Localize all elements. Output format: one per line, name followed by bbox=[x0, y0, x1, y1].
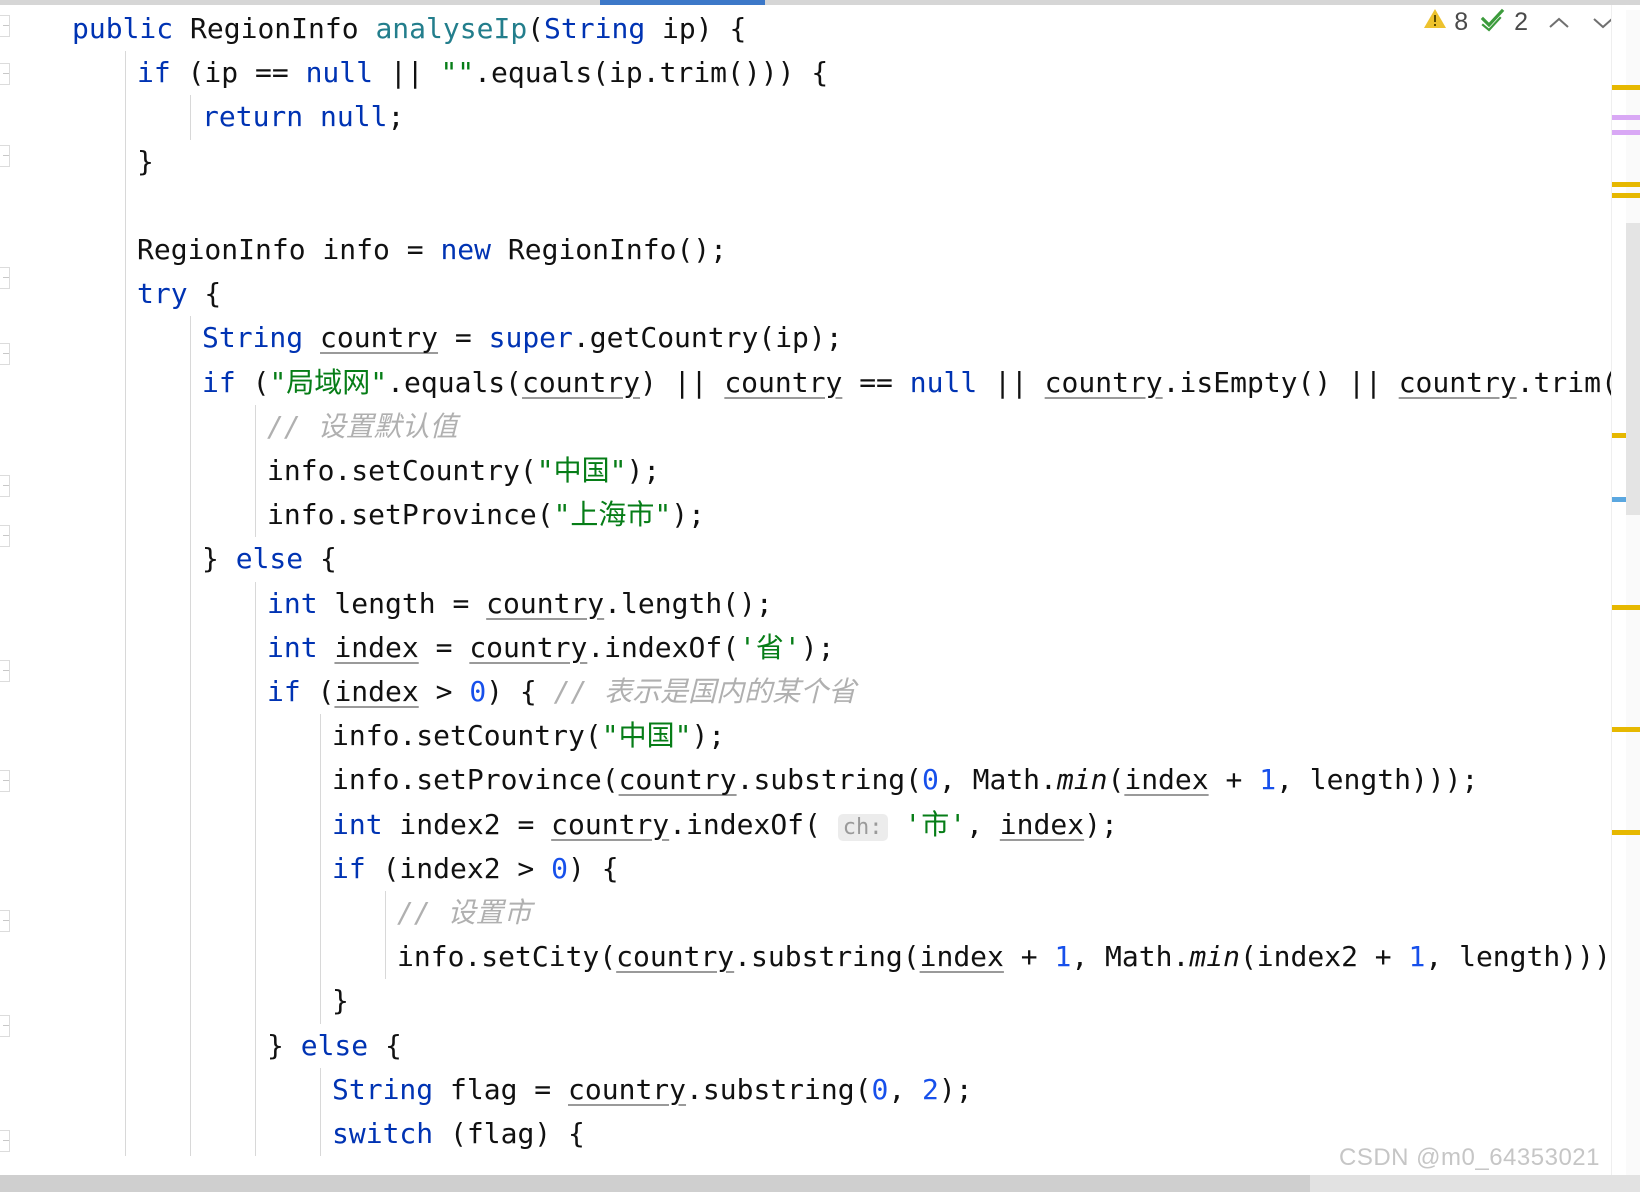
stripe-marker-info[interactable] bbox=[1612, 130, 1640, 135]
fold-collapse-icon[interactable] bbox=[0, 660, 10, 682]
code-line[interactable]: String country = super.getCountry(ip); bbox=[202, 316, 843, 360]
indent-guide bbox=[255, 404, 256, 538]
error-stripe-marker-track[interactable] bbox=[1611, 5, 1640, 1192]
code-line[interactable]: if (index2 > 0) { bbox=[332, 847, 619, 891]
fold-collapse-icon[interactable] bbox=[0, 770, 10, 792]
fold-collapse-icon[interactable] bbox=[0, 1130, 10, 1152]
fold-collapse-icon[interactable] bbox=[0, 63, 10, 85]
chevron-up-icon[interactable] bbox=[1540, 9, 1578, 36]
code-line[interactable]: // 设置默认值 bbox=[267, 405, 458, 449]
code-line[interactable]: return null; bbox=[202, 95, 404, 139]
ide-editor-window: public RegionInfo analyseIp(String ip) {… bbox=[0, 0, 1640, 1192]
code-line[interactable]: info.setProvince("上海市"); bbox=[267, 493, 705, 537]
code-line[interactable]: // 设置市 bbox=[397, 891, 532, 935]
code-line[interactable]: int index = country.indexOf('省'); bbox=[267, 626, 834, 670]
fold-collapse-icon[interactable] bbox=[0, 15, 10, 37]
code-line[interactable]: } bbox=[332, 979, 349, 1023]
stripe-marker-warning[interactable] bbox=[1612, 193, 1640, 198]
fold-collapse-icon[interactable] bbox=[0, 910, 10, 932]
indent-guide bbox=[320, 714, 321, 1024]
code-line[interactable]: info.setProvince(country.substring(0, Ma… bbox=[332, 758, 1478, 802]
code-line[interactable]: } bbox=[137, 140, 154, 184]
vertical-scrollbar-thumb[interactable] bbox=[1626, 223, 1640, 515]
horizontal-scrollbar-thumb[interactable] bbox=[0, 1175, 1310, 1192]
stripe-marker-warning[interactable] bbox=[1612, 182, 1640, 187]
code-line[interactable]: } else { bbox=[202, 537, 337, 581]
stripe-marker-warning[interactable] bbox=[1612, 85, 1640, 90]
indent-guide bbox=[320, 1067, 321, 1157]
code-editor-area[interactable]: public RegionInfo analyseIp(String ip) {… bbox=[24, 5, 1633, 1192]
fold-collapse-icon[interactable] bbox=[0, 475, 10, 497]
code-line[interactable]: if (ip == null || "".equals(ip.trim())) … bbox=[137, 51, 828, 95]
code-line[interactable]: public RegionInfo analyseIp(String ip) { bbox=[72, 7, 746, 51]
stripe-marker-warning[interactable] bbox=[1612, 605, 1640, 610]
code-folding-gutter[interactable] bbox=[0, 5, 24, 1192]
code-line[interactable]: String flag = country.substring(0, 2); bbox=[332, 1068, 973, 1112]
parameter-hint: ch: bbox=[837, 813, 888, 841]
indent-guide bbox=[255, 581, 256, 1157]
code-line[interactable]: try { bbox=[137, 272, 221, 316]
indent-guide bbox=[385, 891, 386, 980]
code-line[interactable]: RegionInfo info = new RegionInfo(); bbox=[137, 228, 727, 272]
warning-triangle-icon bbox=[1422, 6, 1448, 39]
csdn-watermark: CSDN @m0_64353021 bbox=[1338, 1144, 1600, 1171]
fold-collapse-icon[interactable] bbox=[0, 267, 10, 289]
indent-guide bbox=[190, 316, 191, 1157]
code-line[interactable]: info.setCity(country.substring(index + 1… bbox=[397, 935, 1611, 979]
code-line[interactable]: switch (flag) { bbox=[332, 1112, 585, 1156]
indent-guide bbox=[125, 51, 126, 1157]
fold-collapse-icon[interactable] bbox=[0, 525, 10, 547]
double-check-icon bbox=[1480, 6, 1508, 39]
indent-guide bbox=[190, 95, 191, 140]
fold-collapse-icon[interactable] bbox=[0, 145, 10, 167]
warning-count: 8 bbox=[1454, 8, 1469, 36]
code-line[interactable]: int length = country.length(); bbox=[267, 582, 773, 626]
horizontal-scrollbar-track[interactable] bbox=[0, 1175, 1640, 1192]
code-line[interactable]: info.setCountry("中国"); bbox=[332, 714, 725, 758]
stripe-marker-warning[interactable] bbox=[1612, 830, 1640, 835]
vertical-scrollbar-track[interactable] bbox=[1626, 10, 1640, 1192]
inspection-status-widget[interactable]: 8 2 bbox=[1422, 6, 1622, 39]
code-line[interactable]: int index2 = country.indexOf( ch: '市', i… bbox=[332, 803, 1118, 847]
fold-collapse-icon[interactable] bbox=[0, 343, 10, 365]
stripe-marker-warning[interactable] bbox=[1612, 727, 1640, 732]
code-line[interactable]: if ("局域网".equals(country) || country == … bbox=[202, 361, 1618, 405]
code-line[interactable]: if (index > 0) { // 表示是国内的某个省 bbox=[267, 670, 856, 714]
code-line[interactable]: info.setCountry("中国"); bbox=[267, 449, 660, 493]
fold-collapse-icon[interactable] bbox=[0, 1015, 10, 1037]
check-count: 2 bbox=[1514, 8, 1528, 36]
code-line[interactable]: } else { bbox=[267, 1024, 402, 1068]
stripe-marker-info[interactable] bbox=[1612, 115, 1640, 120]
